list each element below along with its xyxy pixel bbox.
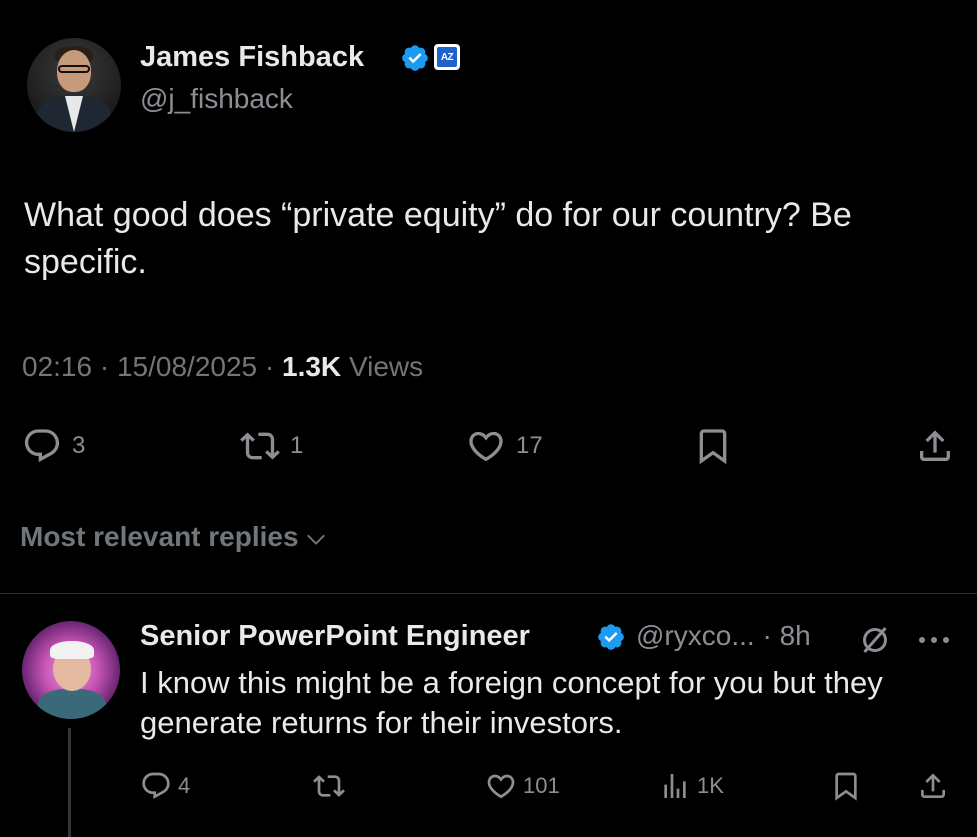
affiliate-badge-text: AZ (437, 47, 457, 67)
meta-separator: · (99, 351, 110, 382)
reply-share-button[interactable] (917, 770, 949, 802)
share-button[interactable] (915, 426, 955, 466)
more-icon[interactable] (917, 634, 951, 646)
like-count: 17 (516, 432, 543, 459)
reply-reply-button[interactable]: 4 (140, 770, 190, 802)
repost-count: 1 (290, 432, 304, 459)
reply-icon (142, 772, 170, 799)
bookmark-icon (835, 772, 857, 801)
post-time[interactable]: 02:16 (22, 351, 92, 382)
post-date[interactable]: 15/08/2025 (117, 351, 257, 382)
views-label: Views (348, 351, 424, 382)
repost-icon (313, 775, 345, 797)
meta-separator: · (762, 620, 772, 651)
reply-views-button[interactable]: 1K (659, 770, 724, 802)
reply-author-display-name[interactable]: Senior PowerPoint Engineer (140, 620, 530, 653)
repost-button[interactable]: 1 (240, 426, 303, 466)
reply-button[interactable]: 3 (22, 426, 85, 466)
like-button[interactable]: 17 (466, 426, 543, 466)
reply-views-count: 1K (697, 773, 724, 798)
reply-reply-count: 4 (178, 773, 191, 798)
repost-icon (240, 432, 280, 460)
affiliate-badge-icon[interactable]: AZ (434, 44, 460, 70)
author-display-name[interactable]: James Fishback (140, 41, 364, 74)
thread-line (68, 728, 71, 837)
replies-sort-dropdown[interactable]: Most relevant replies (20, 521, 327, 553)
reply-like-count: 101 (523, 773, 560, 798)
views-count: 1.3K (282, 351, 342, 382)
like-icon (487, 774, 515, 799)
reply-text: I know this might be a foreign concept f… (140, 665, 883, 740)
views-icon (664, 774, 686, 798)
author-handle[interactable]: @j_fishback (140, 83, 293, 115)
reply-author-handle[interactable]: @ryxco... (636, 620, 755, 651)
verified-badge-icon (598, 624, 624, 650)
reply-author-meta: @ryxco... · 8h (636, 620, 811, 652)
post-meta: 02:16 · 15/08/2025 · 1.3K Views (22, 351, 423, 383)
grok-icon[interactable] (857, 622, 893, 658)
reply-time[interactable]: 8h (780, 620, 811, 651)
reply-like-button[interactable]: 101 (485, 770, 560, 802)
reply-bookmark-button[interactable] (830, 770, 862, 802)
reply-repost-button[interactable] (313, 770, 345, 802)
chevron-down-icon (306, 534, 325, 545)
like-icon (469, 431, 503, 462)
share-icon (920, 430, 950, 461)
replies-sort-label: Most relevant replies (20, 521, 299, 552)
share-icon (921, 773, 945, 798)
reply-icon (24, 429, 60, 463)
bookmark-button[interactable] (693, 426, 733, 466)
bookmark-icon (699, 429, 727, 465)
verified-badge-icon (402, 45, 428, 71)
post-text: What good does “private equity” do for o… (24, 196, 852, 281)
divider (0, 593, 977, 594)
reply-author-avatar[interactable] (22, 621, 120, 719)
author-avatar[interactable] (27, 38, 121, 132)
reply-count: 3 (72, 432, 86, 459)
meta-separator: · (264, 351, 275, 382)
